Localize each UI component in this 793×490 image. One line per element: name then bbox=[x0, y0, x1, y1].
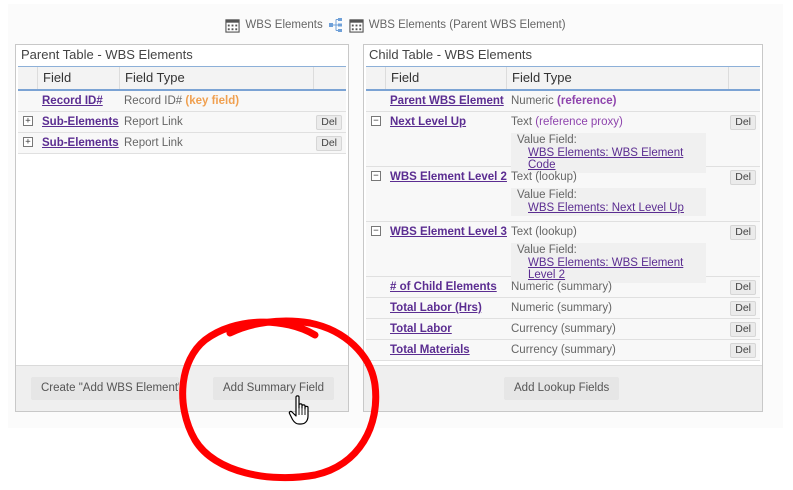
field-type: Currency (summary) bbox=[511, 344, 616, 356]
field-link[interactable]: Total Labor bbox=[390, 323, 452, 335]
delete-button[interactable]: Del bbox=[316, 115, 342, 130]
expand-icon[interactable]: + bbox=[23, 116, 33, 126]
table-row: Total Labor Currency (summary) Del bbox=[366, 319, 760, 340]
field-type: Text (lookup) bbox=[511, 171, 577, 183]
table-row: + Sub-Elements Report Link Del bbox=[18, 133, 346, 154]
column-header-field-type: Field Type bbox=[120, 67, 314, 89]
reference-tag: (reference) bbox=[557, 95, 617, 107]
hierarchy-icon bbox=[328, 18, 342, 32]
expand-icon[interactable]: + bbox=[23, 137, 33, 147]
key-field-tag: (key field) bbox=[185, 95, 240, 107]
child-table-name: WBS Elements (Parent WBS Element) bbox=[368, 19, 566, 31]
field-type: Numeric (summary) bbox=[511, 302, 612, 314]
field-link[interactable]: WBS Element Level 2 bbox=[390, 171, 507, 183]
column-header-field: Field bbox=[38, 67, 120, 89]
field-type: Record ID# bbox=[124, 95, 183, 107]
child-table-footer: Add Lookup Fields bbox=[364, 365, 762, 411]
field-link[interactable]: Sub-Elements bbox=[42, 137, 119, 149]
add-summary-field-button[interactable]: Add Summary Field bbox=[213, 377, 334, 400]
table-row: − WBS Element Level 2 Text (lookup) Valu… bbox=[366, 167, 760, 222]
value-field-box: Value Field: WBS Elements: Next Level Up bbox=[511, 188, 706, 216]
field-link[interactable]: Total Materials bbox=[390, 344, 470, 356]
table-row: # of Child Elements Numeric (summary) De… bbox=[366, 277, 760, 298]
parent-table-title: Parent Table - WBS Elements bbox=[16, 45, 348, 64]
child-table-header: Field Field Type bbox=[366, 66, 760, 91]
delete-button[interactable]: Del bbox=[730, 280, 756, 295]
field-type: Currency (summary) bbox=[511, 323, 616, 335]
column-header-field-type: Field Type bbox=[507, 67, 729, 89]
table-row: − Next Level Up Text (reference proxy) V… bbox=[366, 112, 760, 173]
reference-proxy-tag: (reference proxy) bbox=[535, 116, 623, 128]
value-field-link[interactable]: WBS Elements: Next Level Up bbox=[517, 202, 703, 214]
calendar-icon bbox=[225, 18, 241, 33]
collapse-icon[interactable]: − bbox=[371, 226, 381, 236]
delete-button[interactable]: Del bbox=[730, 170, 756, 185]
child-table-panel: Child Table - WBS Elements Field Field T… bbox=[363, 44, 763, 412]
field-link[interactable]: Record ID# bbox=[42, 95, 103, 107]
table-row: Total Materials Currency (summary) Del bbox=[366, 340, 760, 361]
delete-button[interactable]: Del bbox=[730, 343, 756, 358]
value-field-label: Value Field: bbox=[517, 189, 577, 201]
parent-table-name: WBS Elements bbox=[245, 19, 323, 31]
calendar-icon bbox=[349, 18, 364, 33]
field-type: Text bbox=[511, 116, 533, 128]
delete-button[interactable]: Del bbox=[730, 301, 756, 316]
collapse-icon[interactable]: − bbox=[371, 116, 381, 126]
field-type: Text (lookup) bbox=[511, 226, 577, 238]
field-link[interactable]: WBS Element Level 3 bbox=[390, 226, 507, 238]
field-link[interactable]: Parent WBS Element bbox=[390, 95, 504, 107]
table-row: Record ID# Record ID# (key field) bbox=[18, 91, 346, 112]
parent-table-header: Field Field Type bbox=[18, 66, 346, 91]
table-row: + Sub-Elements Report Link Del bbox=[18, 112, 346, 133]
relationship-breadcrumb: WBS Elements WBS Elements (Parent WBS El… bbox=[8, 14, 783, 36]
field-link[interactable]: # of Child Elements bbox=[390, 281, 497, 293]
collapse-icon[interactable]: − bbox=[371, 171, 381, 181]
parent-table-panel: Parent Table - WBS Elements Field Field … bbox=[15, 44, 349, 412]
table-row: Parent WBS Element Numeric (reference) bbox=[366, 91, 760, 112]
hand-cursor-icon bbox=[288, 395, 309, 425]
delete-button[interactable]: Del bbox=[730, 115, 756, 130]
field-type: Report Link bbox=[124, 116, 183, 128]
delete-button[interactable]: Del bbox=[730, 322, 756, 337]
value-field-label: Value Field: bbox=[517, 134, 577, 146]
child-table-title: Child Table - WBS Elements bbox=[364, 45, 762, 64]
value-field-label: Value Field: bbox=[517, 244, 577, 256]
table-row: Total Labor (Hrs) Numeric (summary) Del bbox=[366, 298, 760, 319]
add-lookup-fields-button[interactable]: Add Lookup Fields bbox=[504, 377, 620, 400]
field-link[interactable]: Next Level Up bbox=[390, 116, 466, 128]
table-row: − WBS Element Level 3 Text (lookup) Valu… bbox=[366, 222, 760, 283]
field-link[interactable]: Total Labor (Hrs) bbox=[390, 302, 482, 314]
create-add-wbs-element-button[interactable]: Create "Add WBS Element" bbox=[31, 377, 179, 400]
field-link[interactable]: Sub-Elements bbox=[42, 116, 119, 128]
field-type: Numeric (summary) bbox=[511, 281, 612, 293]
field-type: Report Link bbox=[124, 137, 183, 149]
delete-button[interactable]: Del bbox=[730, 225, 756, 240]
delete-button[interactable]: Del bbox=[316, 136, 342, 151]
field-type: Numeric bbox=[511, 95, 554, 107]
column-header-field: Field bbox=[386, 67, 507, 89]
